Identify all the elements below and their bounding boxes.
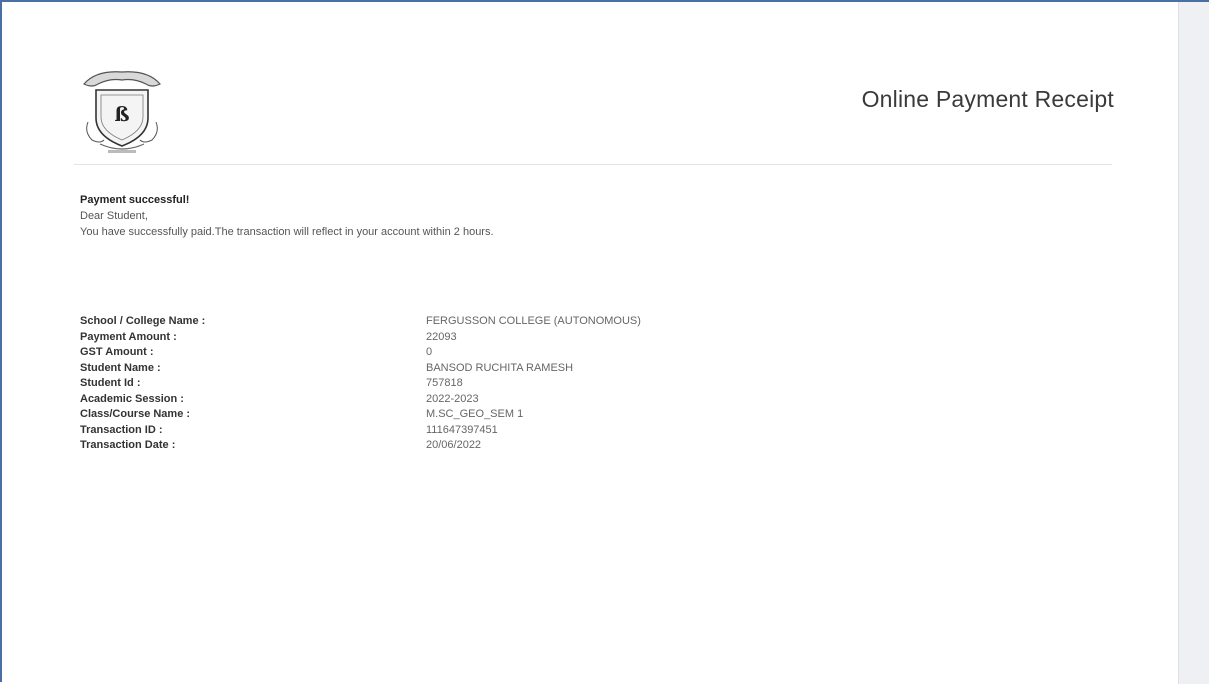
detail-label: Student Name :: [80, 361, 161, 374]
detail-value: BANSOD RUCHITA RAMESH: [426, 361, 574, 374]
detail-label: Class/Course Name :: [80, 408, 191, 420]
detail-value: FERGUSSON COLLEGE (AUTONOMOUS): [426, 315, 641, 327]
page-frame: ß Online Payment Receipt Payment success…: [0, 0, 1209, 684]
detail-label: GST Amount :: [80, 346, 154, 358]
detail-label: Academic Session :: [80, 392, 184, 405]
detail-row-college: School / College Name : FERGUSSON COLLEG…: [80, 314, 641, 330]
page-title: Online Payment Receipt: [861, 86, 1114, 112]
detail-row-amount: Payment Amount : 22093: [80, 330, 641, 346]
detail-value: 111647397451: [426, 423, 498, 436]
college-crest-logo-icon: ß: [83, 71, 161, 153]
payment-details: School / College Name : FERGUSSON COLLEG…: [80, 314, 641, 454]
detail-label: Transaction Date :: [80, 439, 176, 451]
greeting-text: Dear Student,: [80, 210, 148, 222]
detail-value: 0: [426, 346, 433, 358]
scrollbar-gutter[interactable]: [1178, 2, 1209, 684]
detail-row-student-id: Student Id : 757818: [80, 376, 641, 392]
header-divider: [74, 164, 1112, 165]
detail-value: 20/06/2022: [426, 439, 482, 451]
svg-text:ß: ß: [114, 102, 129, 126]
detail-row-gst: GST Amount : 0: [80, 345, 641, 361]
message-body: You have successfully paid.The transacti…: [80, 226, 494, 238]
detail-label: Payment Amount :: [80, 330, 177, 343]
payment-message: Payment successful! Dear Student, You ha…: [80, 192, 494, 240]
success-heading: Payment successful!: [80, 194, 190, 206]
detail-value: M.SC_GEO_SEM 1: [426, 408, 524, 420]
detail-row-transaction-date: Transaction Date : 20/06/2022: [80, 438, 641, 454]
detail-row-course: Class/Course Name : M.SC_GEO_SEM 1: [80, 407, 641, 423]
detail-row-student-name: Student Name : BANSOD RUCHITA RAMESH: [80, 361, 641, 377]
detail-label: Transaction ID :: [80, 423, 163, 436]
detail-label: Student Id :: [80, 377, 141, 389]
detail-value: 2022-2023: [426, 392, 479, 405]
detail-label: School / College Name :: [80, 315, 206, 327]
detail-value: 22093: [426, 330, 457, 343]
detail-row-transaction-id: Transaction ID : 111647397451: [80, 423, 641, 439]
detail-row-session: Academic Session : 2022-2023: [80, 392, 641, 408]
detail-value: 757818: [426, 377, 463, 389]
